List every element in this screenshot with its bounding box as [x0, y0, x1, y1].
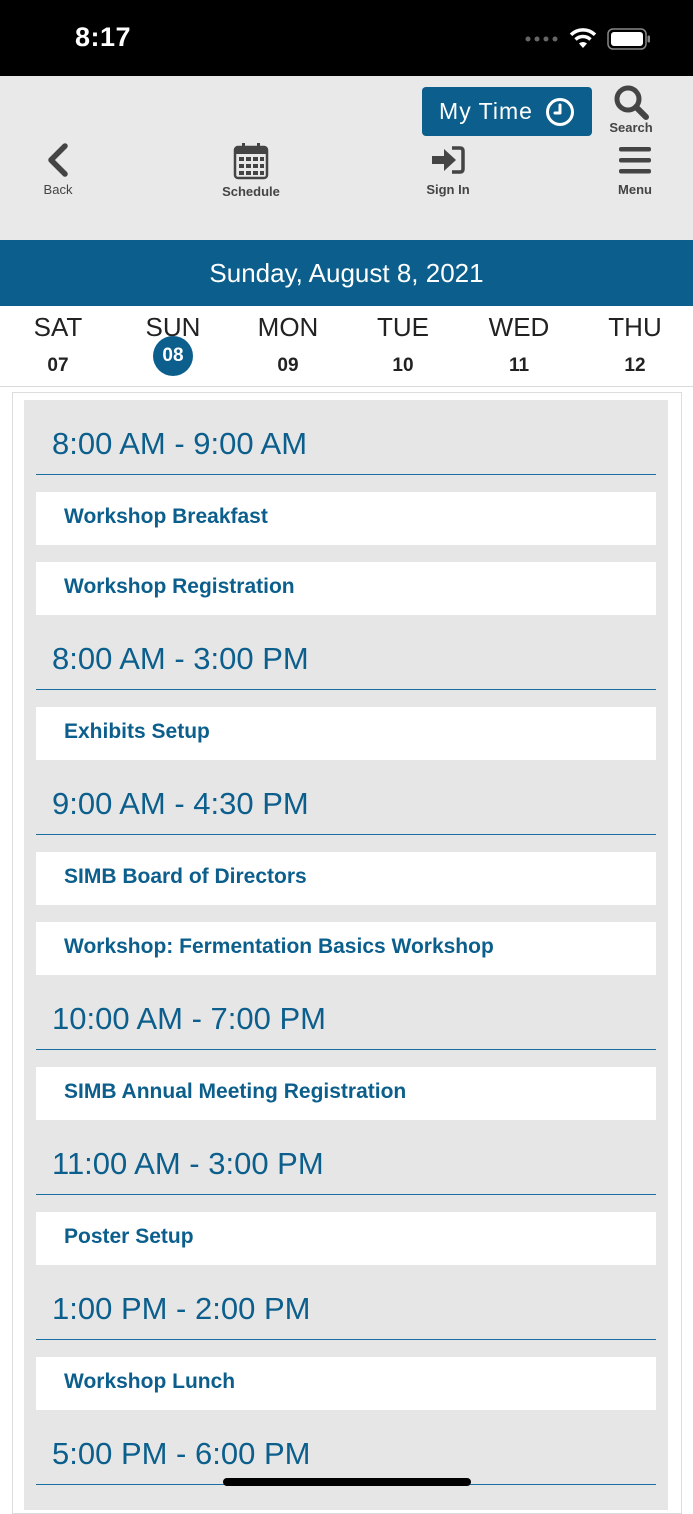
time-slot-header: 5:00 PM - 6:00 PM [36, 1410, 656, 1485]
menu-label: Menu [618, 182, 652, 197]
time-slot-header: 9:00 AM - 4:30 PM [36, 760, 656, 835]
calendar-icon [233, 143, 269, 180]
day-number: 09 [277, 355, 299, 376]
event-title: Exhibits Setup [64, 720, 210, 743]
sign-in-icon [432, 146, 465, 174]
sign-in-label: Sign In [426, 182, 470, 197]
time-slot-header: 8:00 AM - 3:00 PM [36, 615, 656, 690]
hamburger-menu-icon [619, 147, 651, 174]
time-slot-label: 5:00 PM - 6:00 PM [52, 1436, 311, 1471]
event-item[interactable]: Poster Setup [36, 1212, 656, 1265]
day-number: 11 [508, 355, 530, 376]
my-time-button[interactable]: My Time [422, 87, 592, 136]
selected-date-text: Sunday, August 8, 2021 [209, 257, 484, 288]
day-selector: SAT 07 SUN 08 MON 09 TUE 10 WED 11 THU 1… [0, 306, 693, 387]
event-item[interactable]: Workshop: Fermentation Basics Workshop [36, 922, 656, 975]
search-icon [614, 85, 649, 120]
top-toolbar: My Time Search Back Schedule Sign In Men… [0, 76, 693, 240]
status-icons [525, 26, 651, 52]
home-indicator[interactable] [223, 1478, 471, 1486]
event-title: Workshop Registration [64, 575, 295, 598]
status-time: 8:17 [75, 22, 132, 52]
back-label: Back [43, 182, 73, 197]
schedule-label: Schedule [222, 184, 280, 199]
time-slot-label: 1:00 PM - 2:00 PM [52, 1291, 311, 1326]
event-item[interactable]: Workshop Registration [36, 562, 656, 615]
event-item[interactable]: Exhibits Setup [36, 707, 656, 760]
day-number-selected: 08 [153, 336, 193, 376]
day-name: THU [608, 312, 662, 342]
day-name: SAT [33, 312, 83, 342]
time-slot-label: 8:00 AM - 3:00 PM [52, 641, 309, 676]
my-time-label: My Time [439, 98, 533, 124]
day-tab[interactable]: SAT 07 [0, 306, 116, 386]
day-number: 07 [47, 355, 69, 376]
wifi-icon [569, 28, 597, 48]
time-slot-header: 10:00 AM - 7:00 PM [36, 975, 656, 1050]
selected-date-banner: Sunday, August 8, 2021 [0, 240, 693, 306]
schedule-list: 8:00 AM - 9:00 AM Workshop Breakfast Wor… [24, 400, 668, 1510]
event-item[interactable]: Workshop Breakfast [36, 492, 656, 545]
time-slot-header: 11:00 AM - 3:00 PM [36, 1120, 656, 1195]
status-bar: 8:17 [0, 0, 693, 76]
event-title: SIMB Annual Meeting Registration [64, 1080, 407, 1103]
back-button[interactable]: Back [32, 142, 84, 197]
menu-button[interactable]: Menu [608, 142, 662, 197]
event-title: Workshop: Fermentation Basics Workshop [64, 935, 494, 958]
search-button[interactable]: Search [604, 84, 658, 135]
day-tab[interactable]: TUE 10 [345, 306, 461, 386]
schedule-button[interactable]: Schedule [216, 142, 286, 199]
event-title: Workshop Breakfast [64, 505, 268, 528]
search-label: Search [609, 120, 653, 135]
day-name: MON [257, 312, 319, 342]
event-title: Poster Setup [64, 1225, 194, 1248]
day-tab[interactable]: MON 09 [230, 306, 346, 386]
day-tab[interactable]: THU 12 [577, 306, 693, 386]
clock-icon [545, 97, 574, 126]
day-name: TUE [377, 312, 429, 342]
day-number: 12 [624, 355, 646, 376]
day-number: 10 [392, 355, 414, 376]
event-title: Workshop Lunch [64, 1370, 236, 1393]
time-slot-header: 8:00 AM - 9:00 AM [36, 400, 656, 475]
chevron-left-icon [48, 143, 68, 177]
battery-icon [607, 28, 650, 50]
time-slot-label: 8:00 AM - 9:00 AM [52, 426, 308, 461]
time-slot-header: 1:00 PM - 2:00 PM [36, 1265, 656, 1340]
day-name: WED [488, 312, 550, 342]
event-item[interactable]: SIMB Annual Meeting Registration [36, 1067, 656, 1120]
day-tab[interactable]: SUN 08 [115, 306, 231, 386]
sign-in-button[interactable]: Sign In [418, 142, 478, 197]
time-slot-label: 11:00 AM - 3:00 PM [52, 1146, 324, 1181]
event-title: SIMB Board of Directors [64, 865, 307, 888]
event-item[interactable]: Workshop Lunch [36, 1357, 656, 1410]
time-slot-label: 9:00 AM - 4:30 PM [52, 786, 309, 821]
day-tab[interactable]: WED 11 [461, 306, 577, 386]
signal-icon [525, 36, 558, 42]
time-slot-label: 10:00 AM - 7:00 PM [52, 1001, 326, 1036]
event-item[interactable]: SIMB Board of Directors [36, 852, 656, 905]
